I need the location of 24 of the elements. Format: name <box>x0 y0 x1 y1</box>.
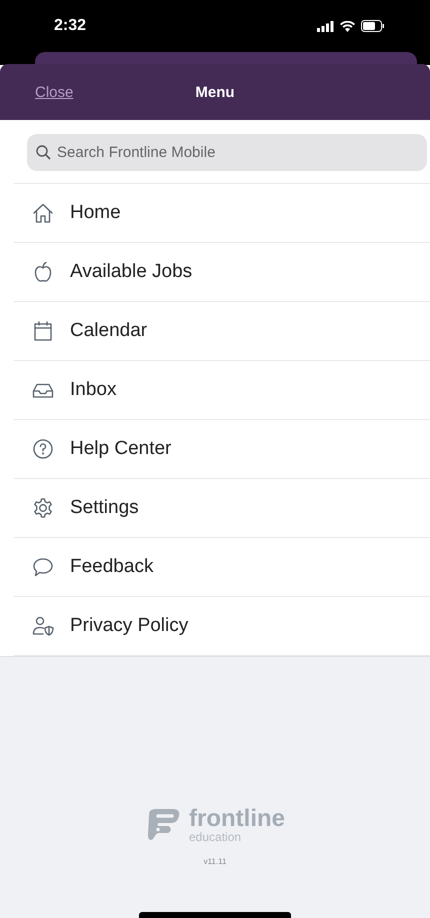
close-link[interactable]: Close <box>35 84 74 100</box>
apple-icon <box>32 261 54 283</box>
menu-item[interactable]: Calendar <box>14 302 430 361</box>
calendar-icon <box>32 320 54 342</box>
help-icon <box>32 438 54 460</box>
menu-item[interactable]: Feedback <box>14 538 430 597</box>
battery-icon <box>361 20 385 32</box>
speech-bubble-icon <box>32 556 54 578</box>
menu-item[interactable]: Home <box>14 184 430 243</box>
menu-title: Menu <box>195 84 235 100</box>
wifi-icon <box>340 20 355 32</box>
menu-item[interactable]: Settings <box>14 479 430 538</box>
menu-item[interactable]: Help Center <box>14 420 430 479</box>
menu-item[interactable]: Available Jobs <box>14 243 430 302</box>
settings-icon <box>32 497 54 519</box>
version-text: v11.11 <box>204 857 226 866</box>
house-icon <box>32 202 54 224</box>
search-field[interactable]: Search Frontline Mobile <box>27 134 427 171</box>
clock-time: 2:32 <box>54 17 86 35</box>
brand-name: frontline <box>189 807 285 831</box>
person-shield-icon <box>32 615 54 637</box>
menu-item[interactable]: Inbox <box>14 361 430 420</box>
brand-tagline: education <box>189 831 242 843</box>
signal-icon <box>317 20 334 32</box>
